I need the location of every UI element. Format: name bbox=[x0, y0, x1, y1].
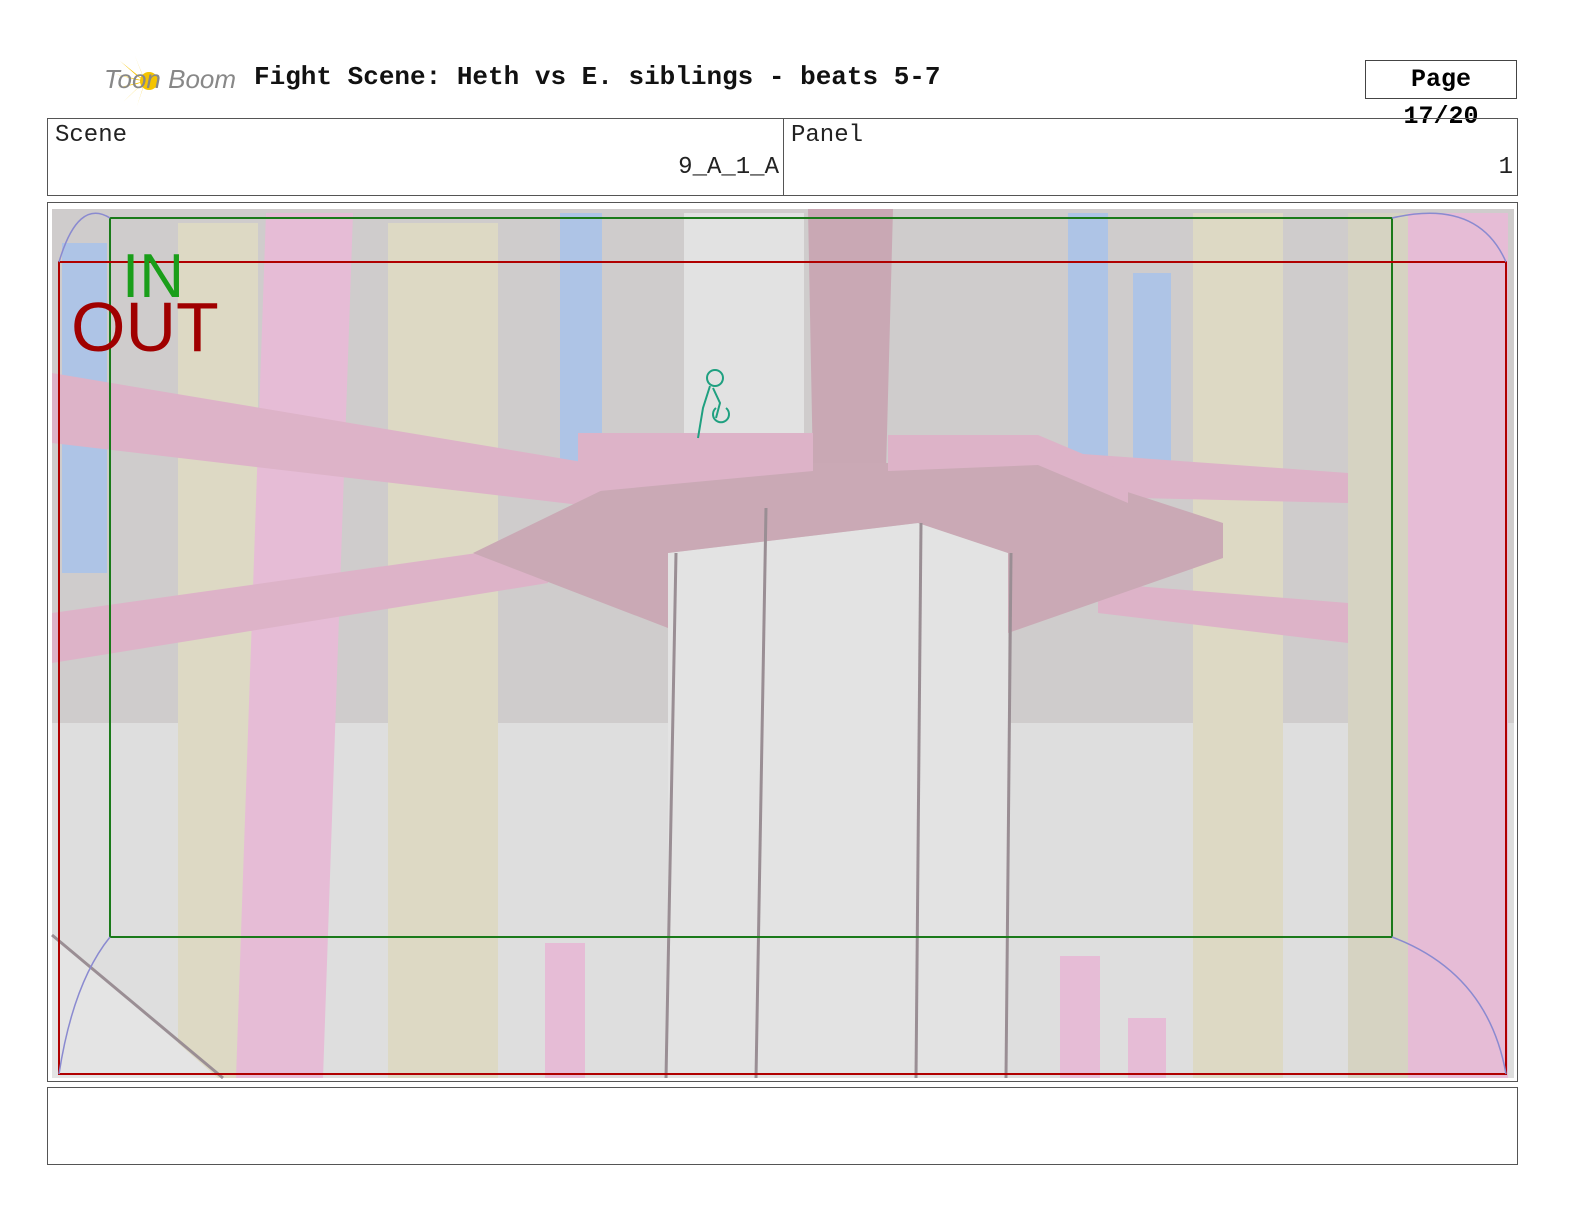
out-label: OUT bbox=[71, 288, 219, 366]
panel-cell: Panel 1 bbox=[784, 119, 1517, 195]
scene-cell: Scene 9_A_1_A bbox=[48, 119, 784, 195]
scene-panel-info: Scene 9_A_1_A Panel 1 bbox=[47, 118, 1518, 196]
panel-notes-box bbox=[47, 1087, 1518, 1165]
scene-value: 9_A_1_A bbox=[678, 154, 779, 181]
panel-value: 1 bbox=[1498, 154, 1513, 181]
panel-label: Panel bbox=[791, 122, 864, 149]
page-number: Page 17/20 bbox=[1365, 60, 1517, 131]
scene-label: Scene bbox=[55, 122, 128, 149]
panel-image-frame: IN OUT bbox=[47, 202, 1518, 1082]
scene-drawing: IN OUT bbox=[51, 209, 1514, 1080]
logo-text: Toon Boom bbox=[104, 64, 237, 94]
storyboard-title: Fight Scene: Heth vs E. siblings - beats… bbox=[254, 62, 941, 92]
